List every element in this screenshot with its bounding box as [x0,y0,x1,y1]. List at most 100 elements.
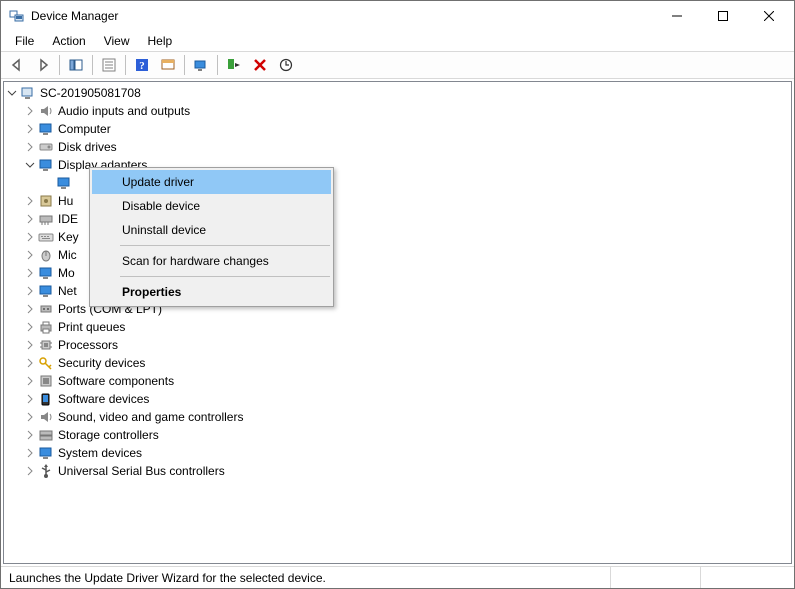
tree-label: Security devices [58,356,145,370]
monitor-icon [38,121,54,137]
ctx-label: Disable device [122,199,200,213]
key-icon [38,355,54,371]
chevron-right-icon[interactable] [24,285,36,297]
display-adapter-icon [38,157,54,173]
no-arrow [42,177,54,189]
tree-label: Net [58,284,77,298]
ctx-properties[interactable]: Properties [92,280,331,304]
close-button[interactable] [746,1,792,31]
maximize-button[interactable] [700,1,746,31]
chevron-right-icon[interactable] [24,393,36,405]
chevron-right-icon[interactable] [24,231,36,243]
ctx-scan-hardware[interactable]: Scan for hardware changes [92,249,331,273]
ctx-update-driver[interactable]: Update driver [92,170,331,194]
tree-row[interactable]: Software devices [24,390,791,408]
chevron-right-icon[interactable] [24,249,36,261]
statusbar: Launches the Update Driver Wizard for th… [1,566,794,588]
mouse-icon [38,247,54,263]
chevron-right-icon[interactable] [24,357,36,369]
tree-label: Print queues [58,320,125,334]
tree-label: SC-201905081708 [40,86,141,100]
status-text: Launches the Update Driver Wizard for th… [5,571,610,585]
tree-label: Audio inputs and outputs [58,104,190,118]
chevron-right-icon[interactable] [24,195,36,207]
tree-label: Mo [58,266,75,280]
chevron-right-icon[interactable] [24,303,36,315]
minimize-button[interactable] [654,1,700,31]
menu-view[interactable]: View [96,32,138,50]
monitor-icon [38,265,54,281]
ctx-label: Uninstall device [122,223,206,237]
uninstall-button[interactable] [248,53,272,77]
tree-row[interactable]: Sound, video and game controllers [24,408,791,426]
chevron-right-icon[interactable] [24,105,36,117]
chevron-right-icon[interactable] [24,123,36,135]
chevron-right-icon[interactable] [24,465,36,477]
ctx-uninstall-device[interactable]: Uninstall device [92,218,331,242]
component-icon [38,373,54,389]
tree-label: Software devices [58,392,149,406]
scan-hardware-button[interactable] [189,53,213,77]
tree-row[interactable]: Audio inputs and outputs [24,102,791,120]
device-manager-window: Device Manager File Action View Help [0,0,795,589]
chevron-right-icon[interactable] [24,375,36,387]
tree-row[interactable]: Computer [24,120,791,138]
tree-label: System devices [58,446,142,460]
chevron-right-icon[interactable] [24,411,36,423]
back-button[interactable] [5,53,29,77]
window-title: Device Manager [31,9,654,23]
tree-row[interactable]: Disk drives [24,138,791,156]
chevron-down-icon[interactable] [6,87,18,99]
menu-file[interactable]: File [7,32,42,50]
menubar: File Action View Help [1,31,794,51]
ctx-label: Properties [122,285,181,299]
tree-row-root[interactable]: SC-201905081708 [6,84,791,102]
action-center-button[interactable] [156,53,180,77]
status-cell [700,567,790,588]
show-hide-tree-button[interactable] [64,53,88,77]
tree-row[interactable]: Print queues [24,318,791,336]
help-button[interactable]: ? [130,53,154,77]
chevron-right-icon[interactable] [24,447,36,459]
tree-row[interactable]: Processors [24,336,791,354]
chevron-right-icon[interactable] [24,321,36,333]
ctx-label: Scan for hardware changes [122,254,269,268]
tree-row[interactable]: System devices [24,444,791,462]
status-cell [610,567,700,588]
keyboard-icon [38,229,54,245]
menu-help[interactable]: Help [140,32,181,50]
tree-row[interactable]: Security devices [24,354,791,372]
chevron-right-icon[interactable] [24,429,36,441]
chevron-right-icon[interactable] [24,213,36,225]
tree-label: Software components [58,374,174,388]
tree-row[interactable]: Universal Serial Bus controllers [24,462,791,480]
speaker-icon [38,103,54,119]
ctx-separator [120,245,330,246]
system-icon [38,445,54,461]
computer-icon [20,85,36,101]
content-area: SC-201905081708 Audio inputs and outputs [1,79,794,566]
toolbar: ? [1,51,794,79]
tree-label: Storage controllers [58,428,159,442]
chevron-down-icon[interactable] [24,159,36,171]
device-tree-pane[interactable]: SC-201905081708 Audio inputs and outputs [3,81,792,564]
chevron-right-icon[interactable] [24,339,36,351]
tree-label: Mic [58,248,77,262]
software-device-icon [38,391,54,407]
tree-label: IDE [58,212,78,226]
menu-action[interactable]: Action [44,32,93,50]
app-icon [9,8,25,24]
tree-row[interactable]: Storage controllers [24,426,791,444]
properties-button[interactable] [97,53,121,77]
tree-row[interactable]: Software components [24,372,791,390]
chevron-right-icon[interactable] [24,267,36,279]
enable-device-button[interactable] [222,53,246,77]
chevron-right-icon[interactable] [24,141,36,153]
forward-button[interactable] [31,53,55,77]
ctx-disable-device[interactable]: Disable device [92,194,331,218]
storage-icon [38,427,54,443]
update-driver-button[interactable] [274,53,298,77]
titlebar: Device Manager [1,1,794,31]
hid-icon [38,193,54,209]
svg-text:?: ? [139,60,145,72]
